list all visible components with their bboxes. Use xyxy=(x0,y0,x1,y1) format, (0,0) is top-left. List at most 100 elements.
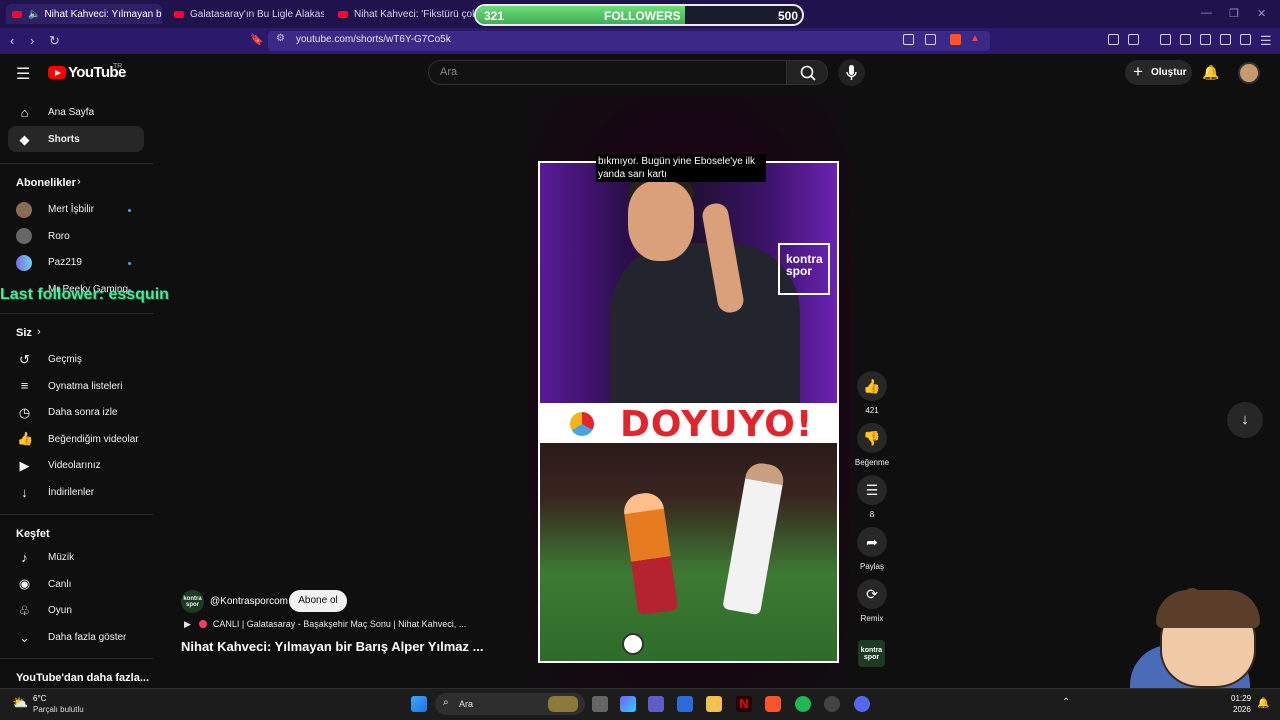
forward-icon[interactable]: › xyxy=(30,33,34,48)
taskbar-time[interactable]: 01:29 xyxy=(1231,694,1251,703)
microphone-icon xyxy=(846,65,857,80)
leo-ai-icon[interactable] xyxy=(1220,34,1231,45)
clock-icon: ◷ xyxy=(18,405,31,420)
voice-search-button[interactable] xyxy=(838,59,865,86)
video-title[interactable]: Nihat Kahveci: Yılmayan bir Barış Alper … xyxy=(181,639,484,654)
sidebar-item-shorts[interactable]: Shorts xyxy=(48,134,80,145)
shorts-video-player[interactable]: kontra spor DOYUYO! xyxy=(538,161,839,663)
chevron-up-icon[interactable]: ⌃ xyxy=(1062,697,1070,708)
brave-shield-icon[interactable] xyxy=(950,34,961,45)
last-follower-overlay: Last follower: essquin xyxy=(0,286,169,303)
related-live-text: CANLI | Galatasaray - Başakşehir Maç Son… xyxy=(212,619,467,629)
search-button[interactable] xyxy=(786,60,828,85)
sidebar-item-music[interactable]: Müzik xyxy=(48,552,74,563)
windows-start-icon[interactable] xyxy=(411,696,427,712)
task-view-icon[interactable] xyxy=(592,696,608,712)
close-window-icon[interactable]: ✕ xyxy=(1257,7,1266,20)
netflix-icon[interactable]: N xyxy=(736,696,752,712)
channel-avatar[interactable]: kontra spor xyxy=(181,590,204,613)
youtube-favicon-icon xyxy=(174,10,184,18)
sidebar-item-show-more[interactable]: Daha fazla göster xyxy=(48,632,126,643)
sidebar-item-liked[interactable]: Beğendiğim videolar xyxy=(48,434,139,445)
youtube-favicon-icon xyxy=(338,10,348,18)
youtube-logo-icon[interactable] xyxy=(48,66,66,79)
taskbar-date[interactable]: 2026 xyxy=(1233,705,1251,714)
channel-name[interactable]: @Kontrasporcom xyxy=(210,596,288,607)
brave-browser-icon[interactable] xyxy=(765,696,781,712)
sidebar-item-watch-later[interactable]: Daha sonra izle xyxy=(48,407,117,418)
region-code: TR xyxy=(113,63,123,70)
extension-icon[interactable] xyxy=(1108,34,1119,45)
chevron-right-icon: › xyxy=(77,176,81,188)
minimize-icon[interactable]: — xyxy=(1201,7,1212,19)
search-input[interactable] xyxy=(428,60,786,85)
next-video-button[interactable]: ↓ xyxy=(1227,402,1263,438)
subscriptions-heading[interactable]: Abonelikler xyxy=(16,177,76,189)
sidebar-item-downloads[interactable]: İndirilenler xyxy=(48,487,94,498)
menu-icon[interactable]: ☰ xyxy=(1260,33,1272,49)
dislike-button[interactable]: 👎 xyxy=(857,423,887,453)
weather-description[interactable]: Parçalı bulutlu xyxy=(33,705,84,714)
sidebar-divider xyxy=(0,313,153,314)
sidebar-item-gaming[interactable]: Oyun xyxy=(48,605,72,616)
subscription-item[interactable]: Paz219 xyxy=(48,257,82,268)
url-text[interactable]: youtube.com/shorts/wT6Y-G7Co5k xyxy=(296,34,451,45)
address-bar-row xyxy=(0,28,1280,54)
cast-icon[interactable] xyxy=(903,34,914,45)
share-label: Paylaş xyxy=(859,562,884,571)
subscribe-button[interactable]: Abone ol xyxy=(289,590,347,612)
weather-cloud-icon[interactable]: ⛅ xyxy=(12,695,28,711)
download-icon: ↓ xyxy=(21,485,28,500)
maximize-icon[interactable]: ❐ xyxy=(1229,7,1239,20)
sidebar-item-playlists[interactable]: Oynatma listeleri xyxy=(48,381,122,392)
notification-center-icon[interactable]: 🔔 xyxy=(1257,698,1269,709)
you-heading[interactable]: Siz xyxy=(16,327,32,339)
windows-taskbar xyxy=(0,688,1280,720)
tab-3[interactable]: Nihat Kahveci: 'Fikstürü çok zor, ac xyxy=(338,4,474,24)
sidebar-item-home[interactable]: Ana Sayfa xyxy=(48,107,94,118)
store-icon[interactable] xyxy=(677,696,693,712)
sidebar-item-live[interactable]: Canlı xyxy=(48,579,71,590)
hamburger-menu-icon[interactable]: ☰ xyxy=(16,64,30,84)
wallet-icon[interactable] xyxy=(1200,34,1211,45)
share-button[interactable]: ➦ xyxy=(857,527,887,557)
tab-active[interactable]: 🔈 Nihat Kahveci: Yılmayan bir B ✕ xyxy=(6,4,162,24)
file-explorer-icon[interactable] xyxy=(706,696,722,712)
like-button[interactable]: 👍 xyxy=(857,371,887,401)
subscription-item[interactable]: Roro xyxy=(48,231,70,242)
search-highlight-icon xyxy=(548,696,578,712)
subscription-item[interactable]: Mert İşbilir xyxy=(48,204,94,215)
remix-label: Remix xyxy=(860,614,884,623)
account-avatar[interactable] xyxy=(1238,62,1260,84)
weather-temperature[interactable]: 6°C xyxy=(33,694,46,703)
steam-icon[interactable] xyxy=(824,696,840,712)
bookmark-icon[interactable]: 🔖 xyxy=(250,33,264,46)
arrow-down-icon: ↓ xyxy=(1241,411,1249,428)
channel-avatar-text: kontra spor xyxy=(183,596,202,608)
spotify-icon[interactable] xyxy=(795,696,811,712)
tab-2[interactable]: Galatasaray'ın Bu Ligle Alakası Yok! | xyxy=(174,4,324,24)
rewards-icon[interactable]: ▲ xyxy=(970,33,981,44)
sidebar-item-history[interactable]: Geçmiş xyxy=(48,354,82,365)
sidebar-item-your-videos[interactable]: Videolarınız xyxy=(48,460,101,471)
sidebar-toggle-icon[interactable] xyxy=(1180,34,1191,45)
notifications-bell-icon[interactable]: 🔔 xyxy=(1202,64,1219,81)
reload-icon[interactable]: ↻ xyxy=(49,33,60,49)
music-control-icon[interactable] xyxy=(1160,34,1171,45)
site-info-icon[interactable]: ⚙ xyxy=(276,33,285,44)
remix-icon: ⟳ xyxy=(866,586,878,602)
comments-button[interactable]: ☰ xyxy=(857,475,887,505)
back-icon[interactable]: ‹ xyxy=(10,33,14,48)
youtube-favicon-icon xyxy=(12,10,22,18)
channel-thumbnail[interactable]: kontra spor xyxy=(858,640,885,667)
vpn-icon[interactable] xyxy=(1240,34,1251,45)
related-live-link[interactable]: ▶ CANLI | Galatasaray - Başakşehir Maç So… xyxy=(184,619,466,630)
copilot-icon[interactable] xyxy=(620,696,636,712)
screenshot-icon[interactable] xyxy=(1128,34,1139,45)
share-page-icon[interactable] xyxy=(925,34,936,45)
follower-count: 321 xyxy=(484,9,505,23)
play-icon: ▶ xyxy=(184,619,191,629)
remix-button[interactable]: ⟳ xyxy=(857,579,887,609)
discord-icon[interactable] xyxy=(854,696,870,712)
teams-icon[interactable] xyxy=(648,696,664,712)
